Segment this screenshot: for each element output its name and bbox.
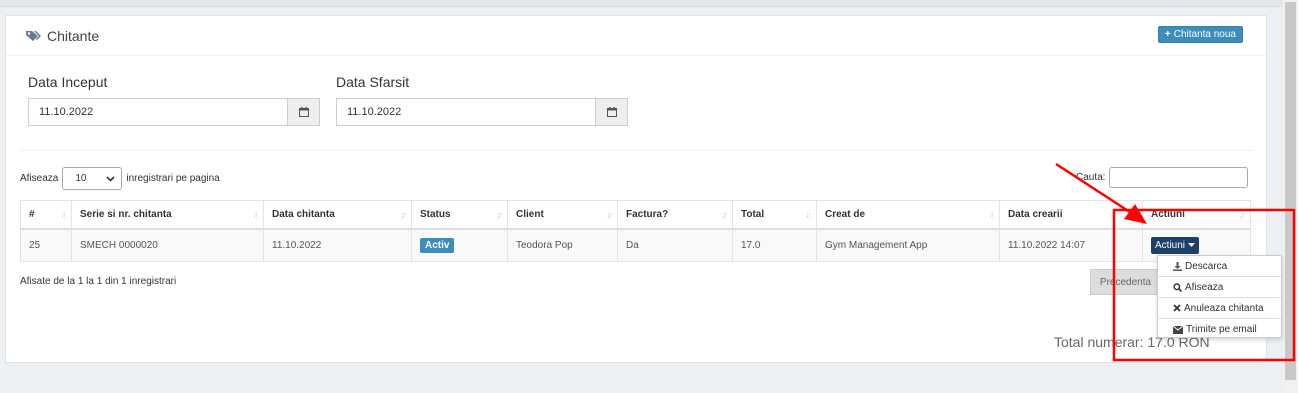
column-label: Serie si nr. chitanta: [80, 208, 172, 220]
column-header[interactable]: Total ↓↑: [732, 200, 817, 230]
status-badge: Activ: [420, 237, 455, 253]
actions-dropdown-menu: Descarca Afiseaza Anuleaza chitanta Trim…: [1157, 255, 1282, 338]
tags-icon: [26, 31, 41, 41]
new-receipt-label: Chitanta noua: [1173, 29, 1236, 40]
calendar-icon: [298, 107, 309, 117]
menu-item-label: Descarca: [1185, 260, 1228, 272]
search-label: Cauta:: [1076, 172, 1106, 183]
previous-page-button[interactable]: Precedenta: [1090, 269, 1161, 295]
cell-date: 11.10.2022: [263, 228, 412, 262]
menu-item-label: Trimite pe email: [1186, 324, 1257, 335]
menu-item-label: Afiseaza: [1185, 281, 1224, 293]
sort-icon: ↓↑: [805, 210, 812, 220]
column-label: Creat de: [825, 208, 866, 220]
start-date-group: Data Inceput: [28, 74, 320, 126]
sort-icon: ↓↑: [252, 210, 259, 220]
caret-down-icon: [1188, 243, 1196, 248]
cell-id: 25: [20, 228, 72, 262]
calendar-icon: [606, 107, 617, 117]
envelope-icon: [1173, 325, 1183, 334]
cell-invoice: Da: [617, 228, 733, 262]
end-date-group: Data Sfarsit: [336, 74, 628, 126]
menu-item-cancel[interactable]: Anuleaza chitanta: [1158, 298, 1281, 319]
panel-header: Chitante + Chitanta noua: [6, 16, 1266, 56]
sort-icon: ↓↑: [1131, 210, 1138, 220]
plus-icon: +: [1164, 29, 1171, 40]
per-page-label: inregistrari pe pagina: [126, 173, 220, 184]
close-icon: [1173, 304, 1181, 312]
page-size-value: 10: [75, 173, 87, 184]
sort-icon: ↓↑: [60, 210, 67, 220]
cell-created-at: 11.10.2022 14:07: [999, 228, 1143, 262]
chevron-down-icon: [106, 175, 115, 182]
menu-item-view[interactable]: Afiseaza: [1158, 277, 1281, 298]
column-header[interactable]: Serie si nr. chitanta ↓↑: [71, 200, 264, 230]
column-header[interactable]: Data crearii ↓↑: [999, 200, 1143, 230]
actions-label: Actiuni: [1155, 239, 1186, 251]
sort-icon: ↓↑: [988, 210, 995, 220]
sort-icon: ↓↑: [496, 210, 503, 220]
search-input[interactable]: [1109, 167, 1249, 188]
sort-icon: ↓↑: [400, 210, 407, 220]
column-label: Client: [516, 208, 544, 220]
search-icon: [1173, 282, 1182, 292]
scrollbar-thumb[interactable]: [1285, 2, 1296, 380]
column-label: #: [29, 208, 35, 220]
column-label: Status: [420, 208, 451, 220]
menu-item-label: Anuleaza chitanta: [1184, 302, 1264, 314]
cell-client: Teodora Pop: [507, 228, 618, 262]
column-label: Data chitanta: [272, 208, 335, 220]
page-title-text: Chitante: [47, 28, 100, 44]
start-date-label: Data Inceput: [28, 74, 108, 90]
download-icon: [1173, 261, 1182, 271]
cell-serie: SMECH 0000020: [71, 228, 264, 262]
sort-icon: ↓↑: [606, 210, 613, 220]
table-info: Afisate de la 1 la 1 din 1 inregistrari: [20, 276, 177, 287]
page-title: Chitante: [25, 28, 99, 44]
end-date-label: Data Sfarsit: [336, 74, 410, 90]
table-header-row: # ↓↑ Serie si nr. chitanta ↓↑ Data chitant…: [20, 200, 1251, 230]
end-date-input[interactable]: [337, 99, 595, 125]
column-label: Actiuni: [1151, 208, 1185, 220]
start-calendar-button[interactable]: [287, 99, 319, 125]
divider: [21, 150, 1253, 151]
sort-icon: ↓↑: [1239, 210, 1246, 220]
column-header: Actiuni ↓↑: [1142, 200, 1251, 230]
search-control: Cauta:: [1076, 167, 1249, 188]
column-header[interactable]: Client ↓↑: [507, 200, 618, 230]
page-size-control: Afiseaza 10 inregistrari pe pagina: [20, 167, 220, 190]
table-row: 25 SMECH 0000020 11.10.2022 Activ Teodor…: [20, 228, 1251, 262]
start-date-field: [28, 98, 320, 126]
column-header[interactable]: Creat de ↓↑: [816, 200, 1000, 230]
cell-created-by: Gym Management App: [816, 228, 1000, 262]
receipts-table: # ↓↑ Serie si nr. chitanta ↓↑ Data chitant…: [20, 200, 1251, 262]
column-label: Factura?: [626, 208, 669, 220]
cell-status: Activ: [411, 228, 508, 262]
sort-icon: ↓↑: [721, 210, 728, 220]
menu-item-download[interactable]: Descarca: [1158, 256, 1281, 277]
column-label: Data crearii: [1008, 208, 1063, 220]
receipts-panel: Chitante + Chitanta noua Data Inceput Da…: [5, 15, 1267, 363]
end-date-field: [336, 98, 628, 126]
column-label: Total: [741, 208, 765, 220]
show-label: Afiseaza: [20, 173, 59, 184]
end-calendar-button[interactable]: [595, 99, 627, 125]
cell-total: 17.0: [732, 228, 817, 262]
column-header[interactable]: Data chitanta ↓↑: [263, 200, 412, 230]
top-bar: [0, 0, 1283, 7]
new-receipt-button[interactable]: + Chitanta noua: [1157, 26, 1243, 43]
column-header[interactable]: Status ↓↑: [411, 200, 508, 230]
column-header[interactable]: Factura? ↓↑: [617, 200, 733, 230]
page-size-select[interactable]: 10: [62, 167, 123, 190]
menu-item-email[interactable]: Trimite pe email: [1158, 319, 1281, 340]
vertical-scrollbar[interactable]: [1283, 0, 1298, 393]
start-date-input[interactable]: [29, 99, 287, 125]
actions-button[interactable]: Actiuni: [1151, 236, 1200, 254]
column-header[interactable]: # ↓↑: [20, 200, 72, 230]
